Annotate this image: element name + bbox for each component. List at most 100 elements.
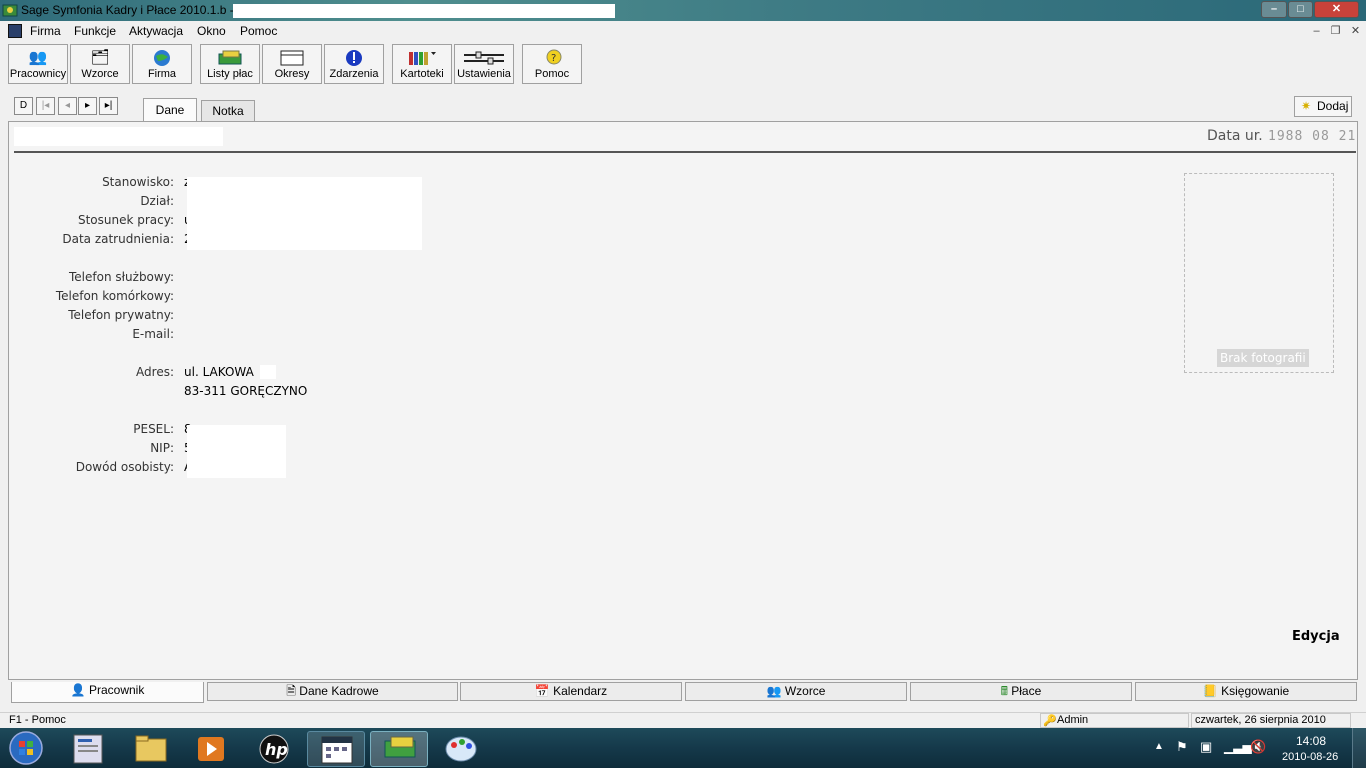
template-icon: 🗂: [90, 49, 110, 66]
redacted-title: [233, 4, 615, 18]
field-labels: Stanowisko: Dział: Stosunek pracy: Data …: [0, 175, 174, 485]
minimize-button[interactable]: –: [1261, 1, 1287, 18]
taskbar-app-media[interactable]: [182, 731, 240, 767]
data-zatrudnienia-label: Data zatrudnienia:: [62, 232, 174, 246]
clock-time[interactable]: 14:08: [1296, 734, 1326, 748]
mdi-minimize-button[interactable]: –: [1309, 24, 1324, 39]
bottom-tab-wzorce[interactable]: 👥 Wzorce: [685, 682, 907, 701]
taskbar-app-explorer[interactable]: [122, 731, 180, 767]
tel-prywatny-label: Telefon prywatny:: [68, 308, 174, 322]
document-icon[interactable]: [8, 24, 22, 38]
toolbar-label: Okresy: [274, 68, 310, 80]
tab-notka[interactable]: Notka: [201, 100, 255, 121]
email-label: E-mail:: [132, 327, 174, 341]
toolbar-pracownicy-button[interactable]: 👥 Pracownicy: [8, 44, 68, 84]
toolbar-wzorce-button[interactable]: 🗂 Wzorce: [70, 44, 130, 84]
calendar-icon: 📅: [534, 684, 550, 698]
toolbar-label: Ustawienia: [457, 68, 511, 80]
calendar-icon: [263, 49, 321, 67]
toolbar-kartoteki-button[interactable]: Kartoteki: [392, 44, 452, 84]
toolbar-label: Wzorce: [81, 68, 119, 80]
nav-prev-button[interactable]: ◂: [58, 97, 77, 115]
menu-pomoc[interactable]: Pomoc: [240, 24, 277, 38]
star-icon: ✷: [1301, 99, 1312, 113]
calculator-icon: 🖩: [1000, 684, 1008, 698]
nav-next-button[interactable]: ▸: [78, 97, 97, 115]
toolbar-label: Firma: [147, 68, 177, 80]
bottom-tab-label: Pracownik: [88, 683, 145, 697]
toolbar-label: Listy płac: [207, 68, 253, 80]
photo-frame[interactable]: [1184, 173, 1334, 373]
tray-expand-icon[interactable]: ▲: [1154, 741, 1164, 752]
bottom-tab-label: Dane Kadrowe: [299, 684, 379, 698]
people-icon: 👥: [766, 684, 782, 698]
bottom-tab-kalendarz[interactable]: 📅 Kalendarz: [460, 682, 682, 701]
toolbar-ustawienia-button[interactable]: Ustawienia: [454, 44, 514, 84]
pesel-label: PESEL:: [133, 422, 174, 436]
app-icon: [2, 2, 18, 18]
network-icon[interactable]: ▁▃▅: [1224, 740, 1252, 754]
taskbar-app-word[interactable]: [60, 731, 118, 767]
flag-icon[interactable]: ⚑: [1176, 739, 1188, 755]
windows-logo-icon: [9, 731, 43, 765]
ledger-icon: 📒: [1202, 684, 1218, 698]
dodaj-label: Dodaj: [1317, 99, 1349, 113]
folder-icon: [135, 735, 167, 762]
no-photo-label: Brak fotografii: [1217, 349, 1309, 367]
toolbar-label: Zdarzenia: [329, 68, 379, 80]
taskbar-app-symfonia-kadry[interactable]: [307, 731, 365, 767]
taskbar-app-symfonia-place[interactable]: [370, 731, 428, 767]
clock-date[interactable]: 2010-08-26: [1282, 751, 1338, 763]
taskbar-app-hp[interactable]: hp: [244, 731, 302, 767]
toolbar-pomoc-button[interactable]: ? Pomoc: [522, 44, 582, 84]
bottom-tab-dane-kadrowe[interactable]: 🗎 Dane Kadrowe: [207, 682, 458, 701]
toolbar-label: Kartoteki: [400, 68, 444, 80]
header-divider: [14, 151, 1356, 153]
show-desktop-button[interactable]: [1352, 728, 1366, 768]
mdi-restore-button[interactable]: ❐: [1328, 24, 1343, 39]
nav-last-button[interactable]: ▸|: [99, 97, 118, 115]
tab-dane[interactable]: Dane: [143, 98, 197, 123]
menu-firma[interactable]: Firma: [30, 24, 61, 38]
dodaj-button[interactable]: ✷ Dodaj: [1294, 96, 1352, 117]
start-button[interactable]: [4, 729, 46, 767]
nav-prev-page-button[interactable]: |◂: [36, 97, 55, 115]
volume-muted-icon[interactable]: 🔇: [1250, 739, 1266, 755]
bottom-tab-place[interactable]: 🖩 Płace: [910, 682, 1132, 701]
toolbar-label: Pracownicy: [9, 68, 67, 80]
toolbar-firma-button[interactable]: Firma: [132, 44, 192, 84]
palette-icon: [445, 736, 477, 762]
bottom-tab-label: Płace: [1011, 684, 1042, 698]
alert-icon: [325, 49, 383, 67]
tel-komorkowy-label: Telefon komórkowy:: [55, 289, 174, 303]
person-icon: 👤: [70, 683, 86, 697]
close-button[interactable]: ✕: [1314, 1, 1359, 18]
bottom-tab-pracownik[interactable]: 👤 Pracownik: [11, 682, 204, 703]
address-line2: 83-311 GORĘCZYNO: [184, 384, 308, 398]
birth-date-value: 1988 08 21: [1268, 129, 1357, 144]
address-line1: ul. LAKOWA: [184, 365, 254, 379]
employee-name-redacted: [14, 127, 223, 146]
toolbar-listy-plac-button[interactable]: Listy płac: [200, 44, 260, 84]
nav-first-button[interactable]: D: [14, 97, 33, 115]
status-date: czwartek, 26 sierpnia 2010: [1195, 714, 1326, 726]
menu-aktywacja[interactable]: Aktywacja: [129, 24, 183, 38]
taskbar-app-paint[interactable]: [432, 731, 490, 767]
redacted-job-block: [187, 177, 422, 250]
help-icon: ?: [523, 49, 581, 67]
device-icon[interactable]: ▣: [1200, 739, 1212, 755]
menu-okno[interactable]: Okno: [197, 24, 226, 38]
bottom-tab-ksiegowanie[interactable]: 📒 Księgowanie: [1135, 682, 1357, 701]
globe-icon: [133, 49, 191, 67]
bottom-tab-label: Kalendarz: [553, 684, 608, 698]
menu-funkcje[interactable]: Funkcje: [74, 24, 116, 38]
toolbar-zdarzenia-button[interactable]: Zdarzenia: [324, 44, 384, 84]
maximize-button[interactable]: □: [1288, 1, 1313, 18]
calendar-app-icon: [321, 736, 353, 764]
redacted-id-block: [187, 425, 286, 478]
bottom-tab-label: Księgowanie: [1221, 684, 1290, 698]
mdi-close-button[interactable]: ✕: [1348, 24, 1363, 39]
edycja-link[interactable]: Edycja: [1292, 629, 1340, 644]
toolbar-okresy-button[interactable]: Okresy: [262, 44, 322, 84]
status-bar: F1 - Pomoc 🔑 Admin czwartek, 26 sierpnia…: [0, 712, 1366, 729]
